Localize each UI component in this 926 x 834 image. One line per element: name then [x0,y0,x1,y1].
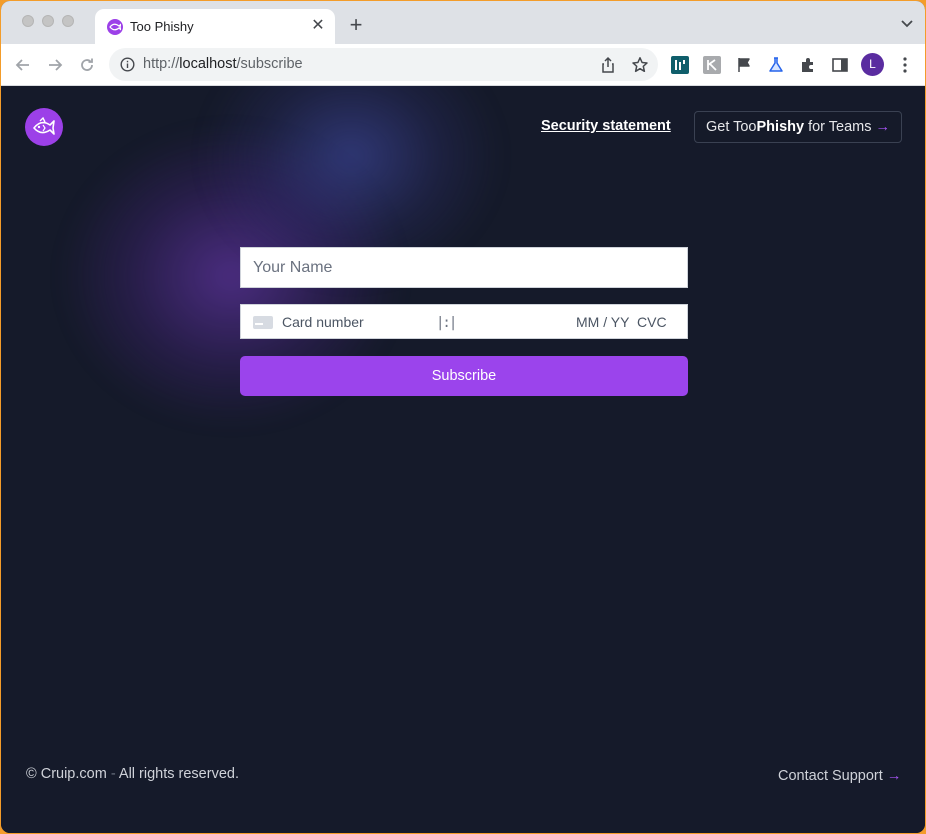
puzzle-extensions-icon[interactable] [799,56,817,74]
name-input[interactable] [240,247,688,288]
bookmark-star-icon[interactable] [631,56,649,74]
info-icon[interactable] [120,57,135,72]
credit-card-icon [253,316,273,329]
browser-tab[interactable]: Too Phishy ✕ [95,9,335,44]
fish-favicon-icon [107,19,123,35]
security-statement-link[interactable]: Security statement [541,118,671,134]
card-number-placeholder[interactable]: Card number [282,314,364,330]
url-text: http://localhost/subscribe [143,56,303,72]
extension-analytics-icon[interactable] [671,56,689,74]
card-input[interactable]: Card number |:| MM / YY CVC [240,304,688,339]
extension-translate-icon[interactable] [703,56,721,74]
expiry-placeholder[interactable]: MM / YY [576,314,629,330]
autofill-icon: |:| [436,315,457,331]
tab-close-icon[interactable]: ✕ [309,17,327,35]
cvc-placeholder[interactable]: CVC [637,314,667,330]
browser-window: Too Phishy ✕ + http://localhost/subscrib… [1,1,925,833]
new-tab-button[interactable]: + [345,14,367,36]
minimize-window-button[interactable] [42,15,54,27]
flag-icon[interactable] [735,56,753,74]
footer-copyright: © Cruip.com - All rights reserved. [26,766,239,782]
tab-strip: Too Phishy ✕ + [1,1,925,44]
chevron-down-icon[interactable] [899,15,915,31]
side-panel-icon[interactable] [831,56,849,74]
zoom-window-button[interactable] [62,15,74,27]
subscribe-button[interactable]: Subscribe [240,356,688,396]
browser-toolbar: http://localhost/subscribe L [1,44,925,86]
more-menu-icon[interactable] [897,56,913,74]
close-window-button[interactable] [22,15,34,27]
profile-avatar[interactable]: L [861,53,884,76]
back-arrow-icon[interactable] [13,55,33,75]
tab-title: Too Phishy [130,19,194,34]
fish-logo-icon[interactable] [25,108,63,146]
flask-icon[interactable] [767,56,785,74]
arrow-right-icon: → [875,119,891,135]
get-teams-button[interactable]: Get TooPhishy for Teams → [694,111,902,143]
reload-icon[interactable] [77,55,97,75]
arrow-right-icon: → [886,768,902,784]
share-icon[interactable] [599,56,617,74]
forward-arrow-icon[interactable] [45,55,65,75]
page-content: Security statement Get TooPhishy for Tea… [1,86,925,833]
contact-support-link[interactable]: Contact Support → [778,768,901,784]
address-bar[interactable]: http://localhost/subscribe [109,48,658,81]
